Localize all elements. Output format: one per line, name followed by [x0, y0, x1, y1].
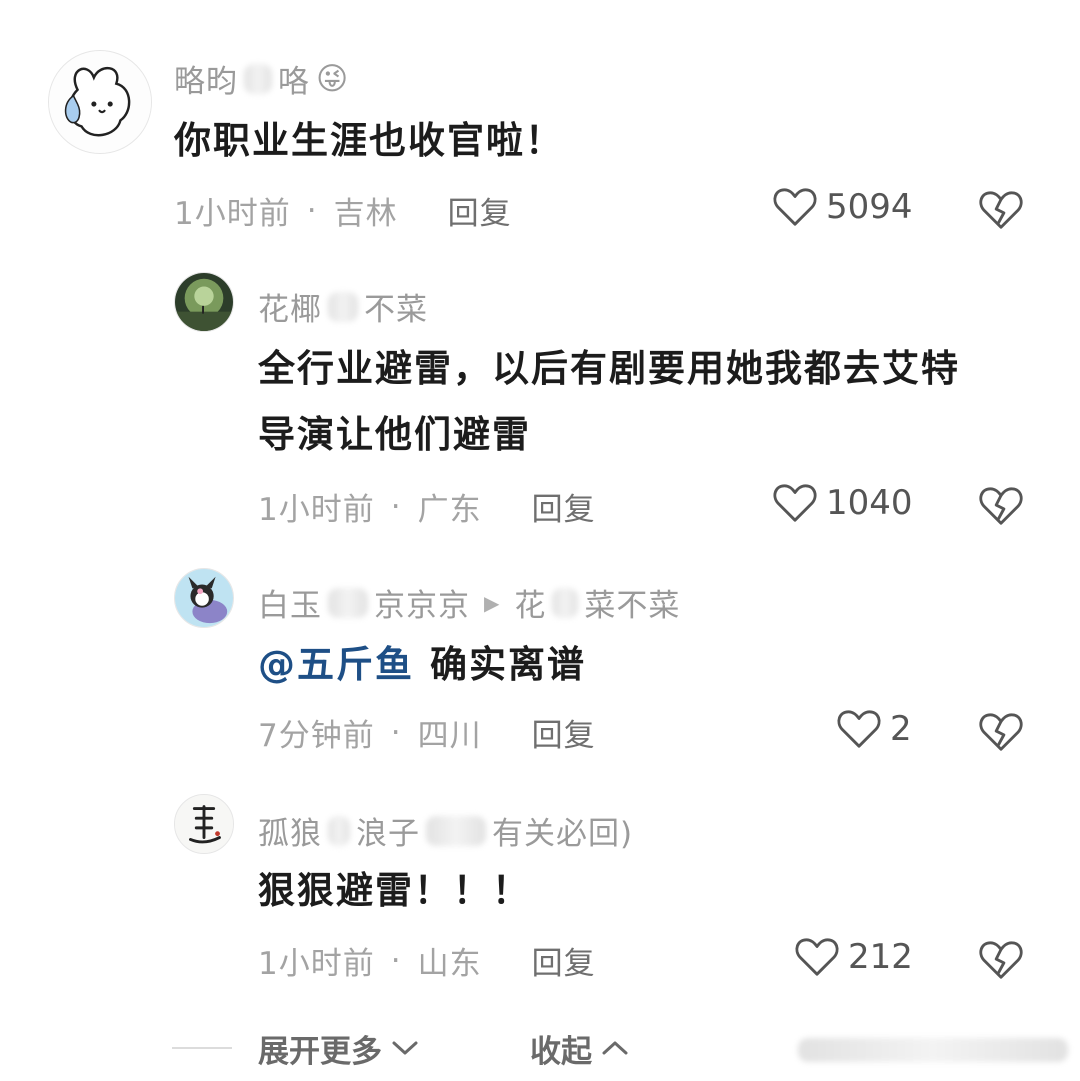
- avatar[interactable]: [48, 50, 152, 154]
- separator-dot: ·: [390, 942, 402, 979]
- heart-outline-icon: [795, 938, 839, 976]
- like-count: 5094: [826, 187, 913, 227]
- mention-link[interactable]: @五斤鱼: [258, 643, 414, 686]
- blurred-name-part: [328, 815, 350, 846]
- avatar[interactable]: [174, 272, 234, 332]
- divider: [172, 1047, 232, 1049]
- bear-avatar-icon: [49, 51, 151, 153]
- reply-button[interactable]: 回复: [532, 484, 596, 529]
- timestamp: 1小时前: [258, 492, 375, 528]
- like-button[interactable]: 2: [836, 708, 912, 750]
- broken-heart-icon[interactable]: [978, 484, 1024, 528]
- username[interactable]: 花椰 不菜: [258, 284, 428, 329]
- reply-arrow-icon: ▶: [484, 590, 501, 615]
- username[interactable]: 孤狼 浪子 有关必回): [258, 808, 633, 853]
- comment-text: @五斤鱼 确实离谱: [258, 643, 586, 686]
- chevron-down-icon: [392, 1041, 418, 1055]
- timestamp: 7分钟前: [258, 718, 375, 754]
- reply-button[interactable]: 回复: [448, 188, 512, 233]
- watermark-blur: [798, 1038, 1068, 1068]
- like-count: 1040: [826, 483, 913, 523]
- emoji: 😜: [316, 60, 350, 97]
- separator-dot: ·: [390, 488, 402, 525]
- comment-meta: 7分钟前 · 四川 回复: [258, 710, 596, 755]
- avatar[interactable]: [174, 794, 234, 854]
- blurred-name-part: [552, 587, 579, 618]
- like-button[interactable]: 1040: [772, 482, 913, 524]
- expand-more-button[interactable]: 展开更多: [258, 1026, 420, 1071]
- chevron-up-icon: [602, 1041, 628, 1055]
- comment-meta: 1小时前 · 吉林 回复: [174, 188, 512, 233]
- like-count: 2: [890, 709, 912, 749]
- broken-heart-icon[interactable]: [978, 710, 1024, 754]
- comment-meta: 1小时前 · 广东 回复: [258, 484, 596, 529]
- reply-button[interactable]: 回复: [532, 710, 596, 755]
- blurred-name-part: [328, 587, 368, 618]
- comment-text: 狠狠避雷！！！: [258, 869, 531, 912]
- broken-heart-icon[interactable]: [978, 938, 1024, 982]
- location: 广东: [417, 492, 482, 528]
- username[interactable]: 白玉 京京京 ▶ 花 菜不菜: [258, 580, 680, 625]
- like-button[interactable]: 5094: [772, 186, 913, 228]
- timestamp: 1小时前: [174, 196, 291, 232]
- location: 吉林: [333, 196, 398, 232]
- reply-button[interactable]: 回复: [532, 938, 596, 983]
- timestamp: 1小时前: [258, 946, 375, 982]
- kuromi-avatar-icon: [175, 569, 233, 627]
- username[interactable]: 略昀 咯 😜: [174, 56, 349, 101]
- heart-outline-icon: [773, 188, 817, 226]
- location: 山东: [417, 946, 482, 982]
- location: 四川: [417, 718, 482, 754]
- broken-heart-icon[interactable]: [978, 188, 1024, 232]
- heart-outline-icon: [773, 484, 817, 522]
- separator-dot: ·: [390, 714, 402, 751]
- blurred-name-part: [426, 815, 486, 846]
- blurred-name-part: [328, 291, 358, 322]
- collapse-button[interactable]: 收起: [530, 1026, 630, 1071]
- heart-outline-icon: [837, 710, 881, 748]
- avatar[interactable]: [174, 568, 234, 628]
- separator-dot: ·: [306, 192, 318, 229]
- like-count: 212: [848, 937, 913, 977]
- blurred-name-part: [244, 63, 272, 94]
- comment-meta: 1小时前 · 山东 回复: [258, 938, 596, 983]
- comment-text: 你职业生涯也收官啦！: [174, 119, 564, 162]
- forest-avatar-icon: [175, 273, 233, 331]
- calligraphy-avatar-icon: [175, 795, 233, 853]
- like-button[interactable]: 212: [794, 936, 913, 978]
- comment-text: 全行业避雷，以后有剧要用她我都去艾特 导演让他们避雷: [258, 347, 960, 456]
